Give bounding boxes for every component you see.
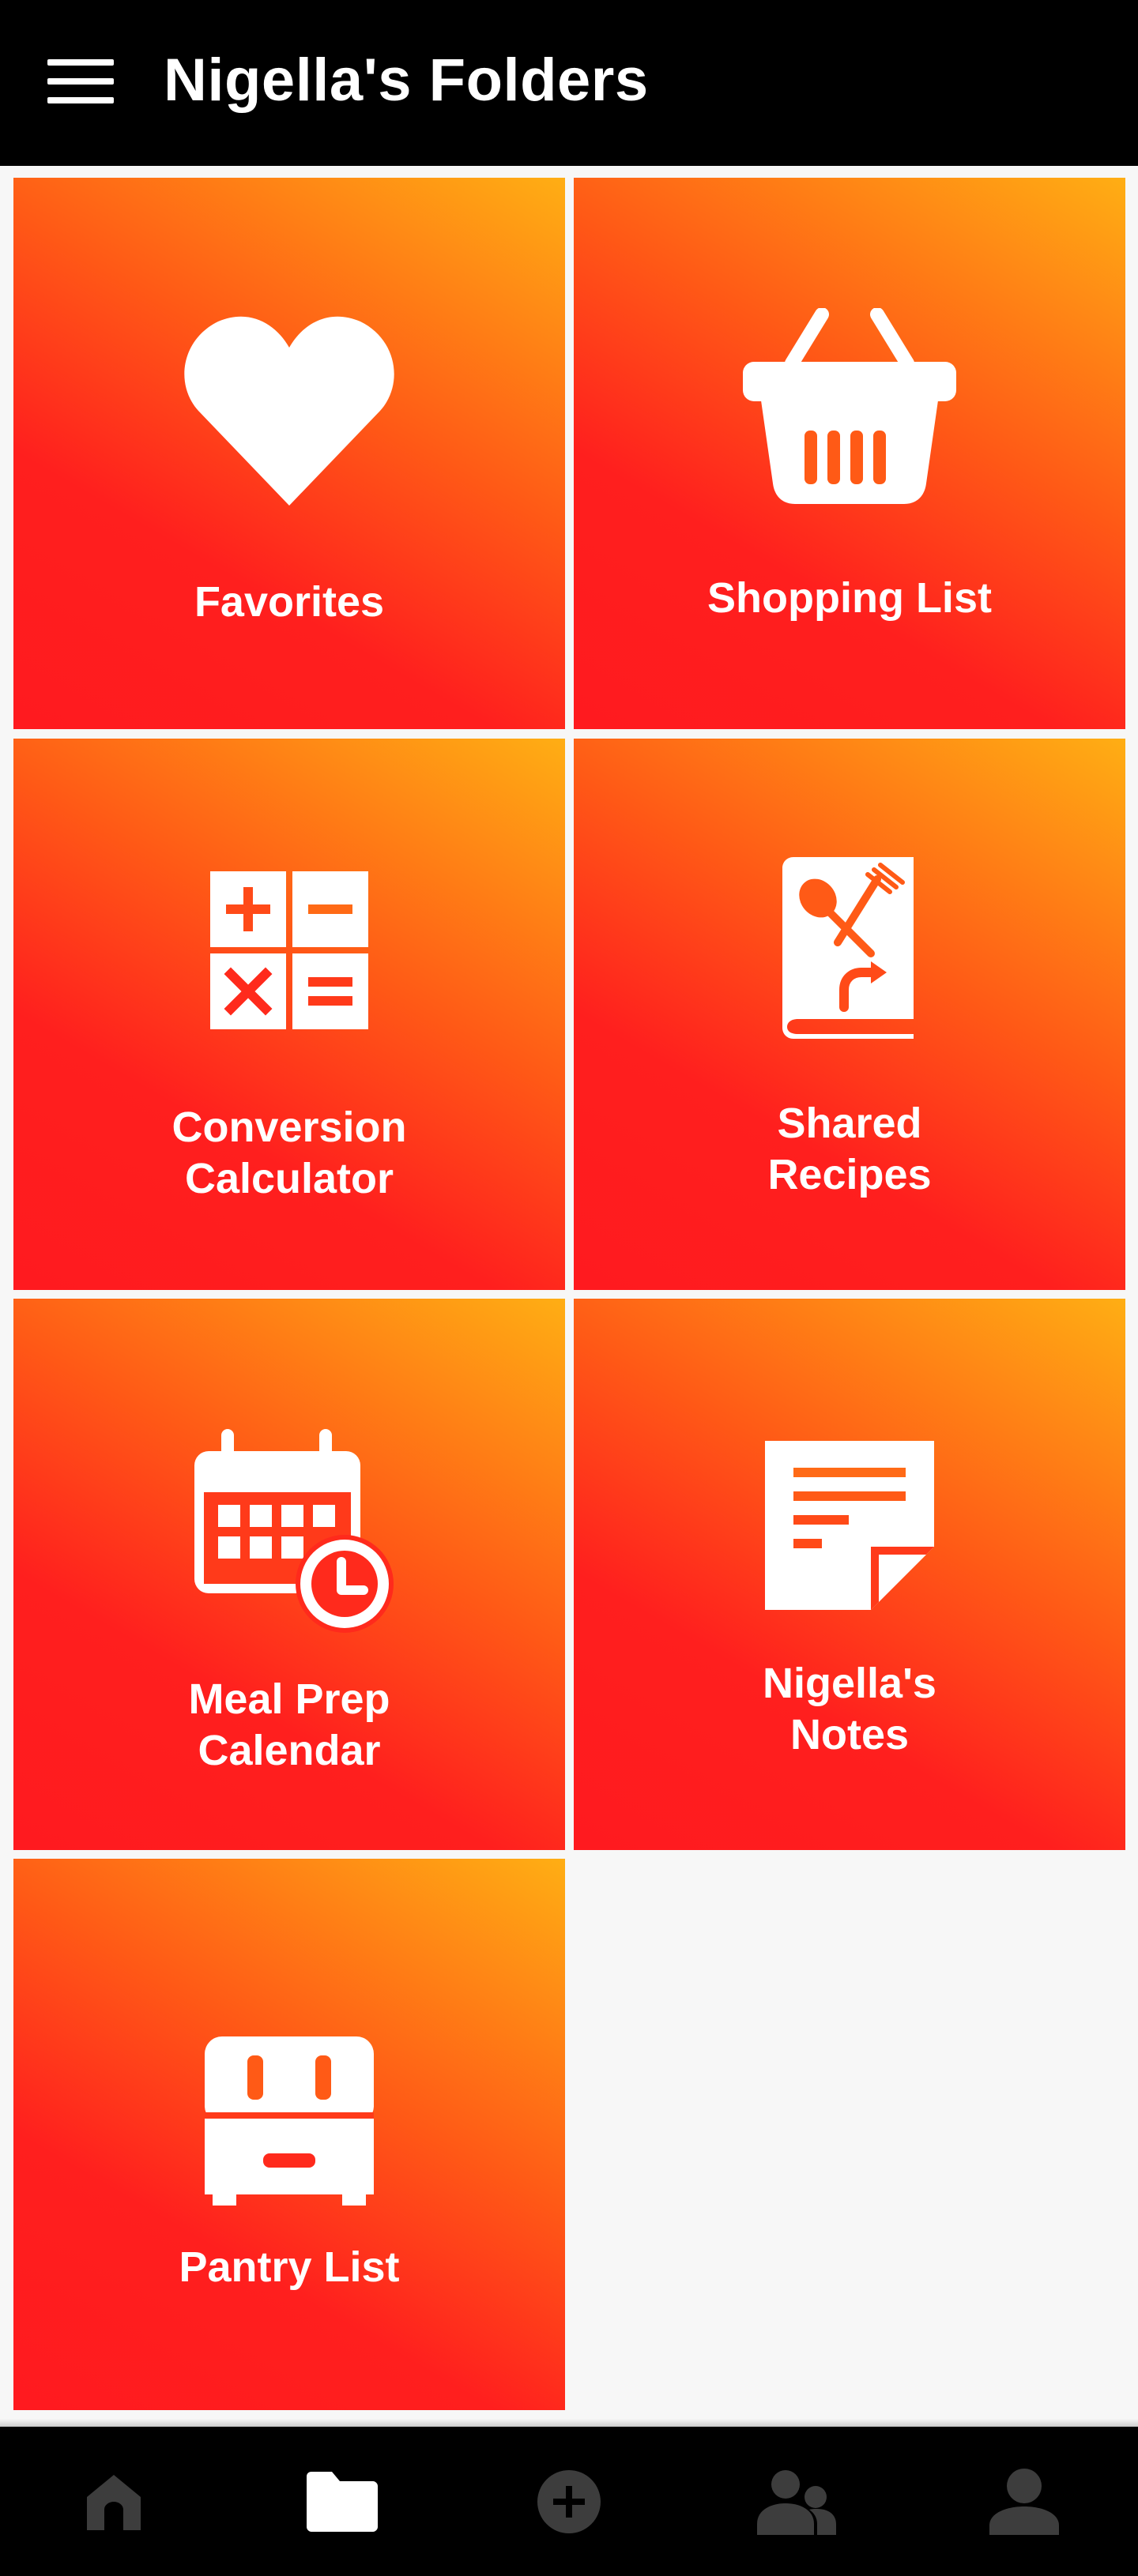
people-icon xyxy=(757,2469,836,2535)
folder-label: Favorites xyxy=(194,578,385,626)
folder-label: Nigella's Notes xyxy=(763,1660,936,1758)
folder-label: Meal Prep Calendar xyxy=(188,1675,390,1774)
folder-label: Conversion Calculator xyxy=(171,1104,407,1202)
folder-tile-conversion-calculator[interactable]: Conversion Calculator xyxy=(13,739,565,1290)
folder-tile-nigellas-notes[interactable]: Nigella's Notes xyxy=(574,1299,1125,1850)
nav-profile[interactable] xyxy=(910,2427,1138,2576)
nav-add[interactable] xyxy=(455,2427,683,2576)
hamburger-menu-icon xyxy=(47,59,114,103)
folder-label: Pantry List xyxy=(179,2243,400,2291)
folder-icon xyxy=(307,2471,378,2532)
menu-button[interactable] xyxy=(33,46,128,117)
pantry-cabinet-icon xyxy=(205,2036,374,2206)
basket-icon xyxy=(743,308,956,504)
folder-tile-meal-prep-calendar[interactable]: Meal Prep Calendar xyxy=(13,1299,565,1850)
folder-tile-shopping-list[interactable]: Shopping List xyxy=(574,178,1125,729)
profile-icon xyxy=(989,2468,1059,2535)
bottom-navigation xyxy=(0,2427,1138,2576)
nav-home[interactable] xyxy=(0,2427,228,2576)
calculator-icon xyxy=(210,871,368,1029)
page-title: Nigella's Folders xyxy=(164,47,649,114)
folder-label: Shared Recipes xyxy=(767,1100,932,1198)
nav-folders[interactable] xyxy=(228,2427,455,2576)
heart-icon xyxy=(184,316,394,506)
note-icon xyxy=(765,1441,934,1610)
nav-community[interactable] xyxy=(683,2427,910,2576)
folder-tile-favorites[interactable]: Favorites xyxy=(13,178,565,729)
app-bar: Nigella's Folders xyxy=(0,0,1138,166)
add-circle-icon xyxy=(537,2469,601,2533)
folder-tile-shared-recipes[interactable]: Shared Recipes xyxy=(574,739,1125,1290)
folder-label: Shopping List xyxy=(707,574,992,622)
folder-tile-pantry-list[interactable]: Pantry List xyxy=(13,1859,565,2410)
home-icon xyxy=(87,2474,141,2530)
calendar-clock-icon xyxy=(194,1429,394,1633)
shared-recipe-book-icon xyxy=(782,857,914,1039)
nav-shadow xyxy=(0,2419,1138,2427)
